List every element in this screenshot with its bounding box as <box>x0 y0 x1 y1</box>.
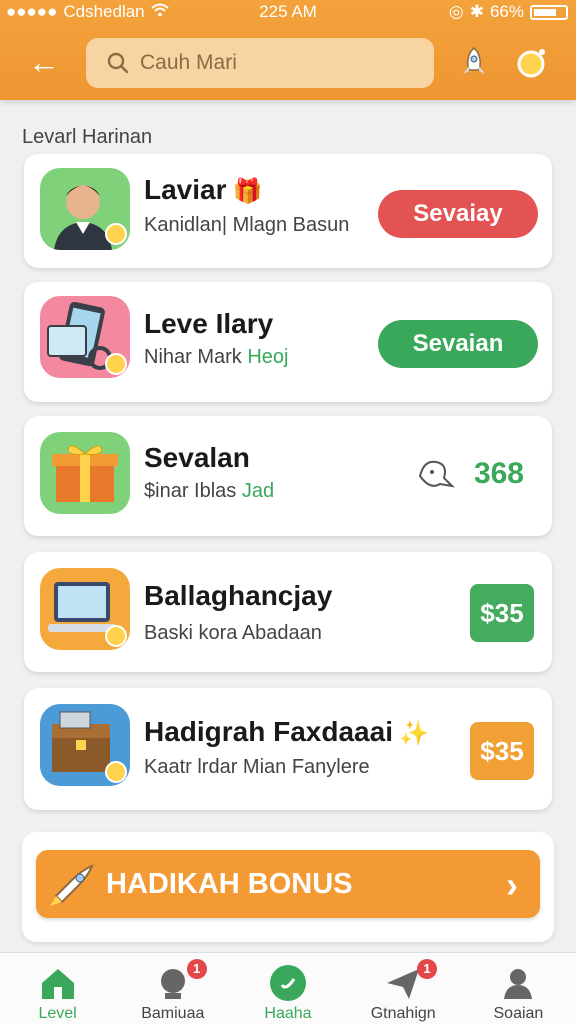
ghost-icon <box>418 460 455 488</box>
search-icon <box>107 52 129 74</box>
reward-card-ballaghancjay[interactable]: Ballaghancjay Baski kora Abadaan $35 <box>24 552 552 672</box>
battery-icon <box>530 4 568 20</box>
tab-bamiuaa[interactable]: 1 Bamiuaa <box>115 953 230 1024</box>
reward-card-hadigrah[interactable]: Hadigrah Faxdaaai ✨ Kaatr lrdar Mian Fany… <box>24 688 552 810</box>
rocket-icon <box>50 864 94 906</box>
card-subtitle: Kaatr lrdar Mian Fanylere <box>144 756 370 778</box>
tab-label: Gtnahign <box>370 1005 436 1022</box>
rocket-icon[interactable] <box>456 44 492 80</box>
card-title: Laviar 🎁 <box>144 174 263 205</box>
card-title: Ballaghancjay <box>144 580 333 611</box>
avatar <box>40 168 130 250</box>
tab-haaha[interactable]: Haaha <box>230 953 345 1024</box>
home-icon <box>41 969 74 999</box>
bonus-button[interactable]: HADIKAH BONUS › <box>36 850 540 918</box>
card-title: Hadigrah Faxdaaai ✨ <box>144 716 429 747</box>
points-display: 368 <box>414 456 524 492</box>
star-icon: ✨ <box>398 720 429 747</box>
card-subtitle: Nihar Mark Heoj <box>144 346 289 368</box>
back-arrow-icon[interactable]: ← <box>26 44 62 80</box>
card-subtitle: $inar Iblas Jad <box>144 480 275 502</box>
section-title: Levarl Harinan <box>22 126 153 148</box>
header-bar: ●●●●● Cdshedlan 225 AM ◎ ✱ 66% ← <box>0 0 576 100</box>
notification-badge: 1 <box>417 959 438 979</box>
action-button[interactable]: Sevaian <box>378 320 538 368</box>
tab-label: Soaian <box>493 1005 544 1022</box>
coin-icon[interactable] <box>514 44 550 80</box>
status-right: ◎ ✱ 66% <box>449 2 568 22</box>
price-button[interactable]: $35 <box>470 722 534 780</box>
points-value: 368 <box>473 457 524 490</box>
profile-icon <box>504 969 533 999</box>
tab-label: Bamiuaa <box>141 1005 205 1022</box>
tab-soaian[interactable]: Soaian <box>461 953 576 1024</box>
action-button[interactable]: Sevaiay <box>378 190 538 238</box>
price-button[interactable]: $35 <box>470 584 534 642</box>
gift-box-icon: 🎁 <box>232 178 263 205</box>
laptop-thumbnail <box>40 568 130 650</box>
bonus-label: HADIKAH BONUS <box>106 867 353 900</box>
gift-icon <box>270 965 306 1001</box>
bonus-panel: HADIKAH BONUS › <box>22 832 554 942</box>
tab-label: Haaha <box>264 1005 312 1022</box>
card-subtitle: Baski kora Abadaan <box>144 622 322 644</box>
tab-gtnahign[interactable]: 1 Gtnahign <box>346 953 461 1024</box>
card-title: Sevalan <box>144 442 250 473</box>
chevron-right-icon: › <box>506 864 518 905</box>
reward-card-laviar[interactable]: Laviar 🎁 Kanidlan| Mlagn Basun Sevaiay <box>24 154 552 268</box>
status-bar: ●●●●● Cdshedlan 225 AM ◎ ✱ 66% <box>0 0 576 26</box>
chest-thumbnail <box>40 704 130 786</box>
bluetooth-icon: ✱ <box>469 2 484 21</box>
alarm-icon: ◎ <box>448 2 464 21</box>
card-title: Leve Ilary <box>144 308 274 339</box>
notification-badge: 1 <box>186 959 207 979</box>
bottom-tab-bar: Level 1 Bamiuaa Haaha 1 Gtnahign Soaian <box>0 952 576 1024</box>
reward-card-leve-ilary[interactable]: Leve Ilary Nihar Mark Heoj Sevaian <box>24 282 552 402</box>
search-input[interactable] <box>140 51 420 75</box>
tab-label: Level <box>38 1005 77 1022</box>
search-bar[interactable] <box>86 38 434 88</box>
reward-card-sevalan[interactable]: Sevalan $inar Iblas Jad 368 <box>24 416 552 536</box>
battery-label: 66% <box>489 2 524 21</box>
card-subtitle: Kanidlan| Mlagn Basun <box>144 214 350 236</box>
phone-thumbnail <box>40 296 130 378</box>
tab-level[interactable]: Level <box>0 953 115 1024</box>
gift-thumbnail <box>40 432 130 514</box>
